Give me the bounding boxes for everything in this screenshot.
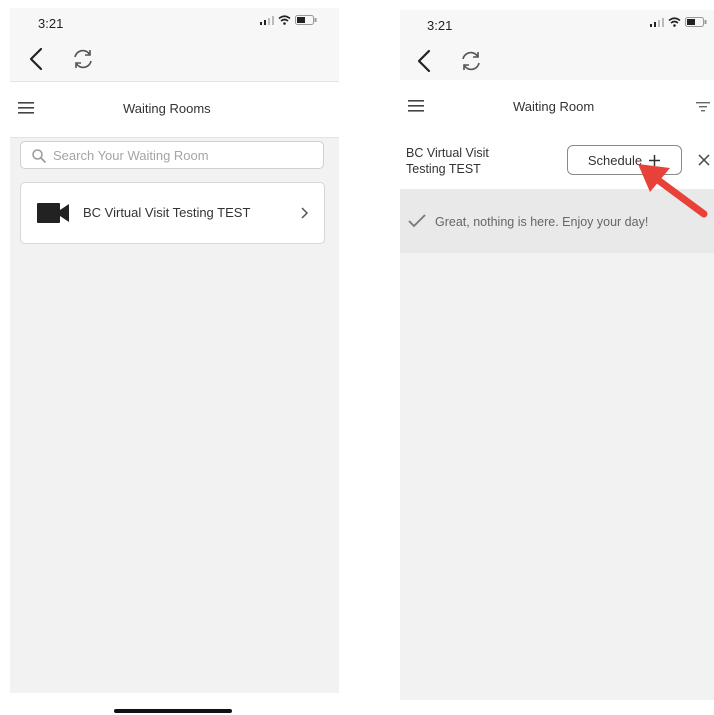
empty-state-message: Great, nothing is here. Enjoy your day! <box>435 215 649 229</box>
visit-name-line-1: BC Virtual Visit <box>406 146 489 160</box>
hamburger-menu-icon[interactable] <box>18 101 36 115</box>
status-icons <box>260 15 317 25</box>
top-nav-bar <box>10 36 339 82</box>
chevron-right-icon <box>301 207 309 219</box>
video-camera-icon <box>37 203 69 223</box>
header-bar: Waiting Rooms <box>10 82 339 138</box>
wifi-icon <box>278 15 291 25</box>
search-icon <box>32 149 46 163</box>
refresh-icon[interactable] <box>458 48 484 74</box>
search-input[interactable] <box>53 146 313 164</box>
visit-name: BC Virtual Visit Testing TEST <box>406 145 536 177</box>
wifi-icon <box>668 17 681 27</box>
annotation-arrow <box>638 164 708 218</box>
status-icons <box>650 17 707 27</box>
status-time: 3:21 <box>427 18 453 33</box>
home-indicator <box>114 709 232 713</box>
filter-icon[interactable] <box>696 101 710 113</box>
waiting-room-name: BC Virtual Visit Testing TEST <box>83 205 251 220</box>
status-bar: 3:21 <box>400 10 714 38</box>
signal-icon <box>650 17 664 27</box>
status-bar: 3:21 <box>10 8 339 36</box>
status-time: 3:21 <box>38 16 64 31</box>
waiting-room-card[interactable]: BC Virtual Visit Testing TEST <box>20 182 325 244</box>
visit-name-line-2: Testing TEST <box>406 162 481 176</box>
page-title: Waiting Rooms <box>123 101 211 116</box>
signal-icon <box>260 15 274 25</box>
waiting-room-screen: 3:21 Waiting Room BC Virtual Visit Testi… <box>400 10 714 700</box>
waiting-rooms-screen: 3:21 Waiting Rooms BC Virtual Visit Test… <box>10 8 339 693</box>
search-box[interactable] <box>20 141 324 169</box>
header-bar: Waiting Room <box>400 80 714 136</box>
chevron-left-icon[interactable] <box>24 46 50 72</box>
page-title: Waiting Room <box>513 99 595 114</box>
battery-icon <box>685 17 707 27</box>
hamburger-menu-icon[interactable] <box>408 99 426 113</box>
battery-icon <box>295 15 317 25</box>
check-icon <box>408 214 426 228</box>
refresh-icon[interactable] <box>70 46 96 72</box>
chevron-left-icon[interactable] <box>412 48 438 74</box>
top-nav-bar <box>400 38 714 84</box>
